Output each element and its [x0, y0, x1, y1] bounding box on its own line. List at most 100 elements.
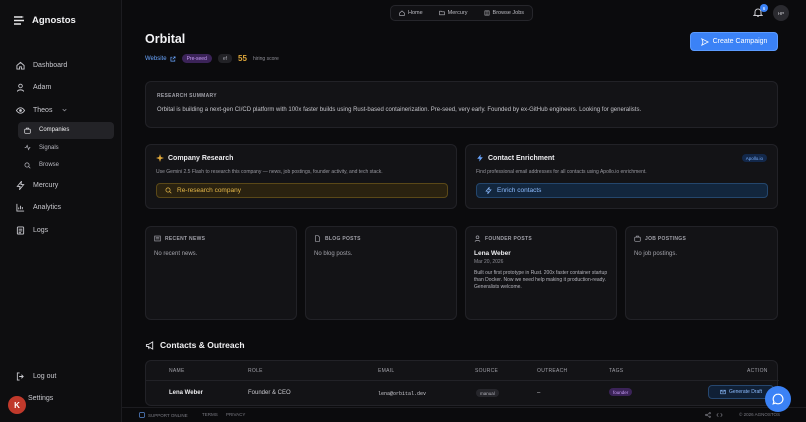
founder-post-date: Mar 20, 2026 [474, 259, 504, 265]
contact-enrichment-card: Contact Enrichment Apollo.io Find profes… [465, 144, 778, 209]
code-icon[interactable] [716, 412, 723, 418]
sidebar-item-theos[interactable]: Theos [10, 99, 114, 122]
sidebar-item-label: Adam [33, 84, 52, 92]
contact-enrichment-header: Contact Enrichment [476, 154, 767, 162]
support-status[interactable]: SUPPORT ONLINE [139, 412, 188, 418]
sidebar-item-label: Logs [33, 226, 49, 234]
settings-label: Settings [28, 395, 54, 403]
col-header-action: ACTION [747, 368, 768, 374]
page-title: Orbital [145, 32, 186, 46]
brand[interactable]: Agnostos [14, 15, 76, 26]
company-meta: Website Pre-seed ef 55 hiring score [145, 54, 279, 63]
chevron-down-icon [62, 109, 68, 112]
sidebar-item-logs[interactable]: Logs [10, 219, 114, 242]
top-nav-browse-jobs[interactable]: Browse Jobs [476, 6, 533, 20]
logout-button[interactable]: Log out [10, 365, 114, 388]
external-link-icon [170, 56, 176, 61]
sidebar-item-mercury[interactable]: Mercury [10, 174, 114, 197]
contact-outreach: – [537, 390, 541, 396]
search-icon [24, 162, 31, 169]
share-icon[interactable] [705, 412, 711, 418]
founder-posts-header: FOUNDER POSTS [474, 235, 608, 242]
topbar: Home Mercury Browse Jobs 6 HP [122, 0, 806, 26]
contact-enrichment-desc: Find professional email addresses for al… [476, 169, 647, 175]
research-summary-card: RESEARCH SUMMARY Orbital is building a n… [145, 81, 778, 128]
notification-count: 6 [760, 4, 768, 12]
blog-posts-empty: No blog posts. [314, 251, 353, 257]
book-icon [484, 10, 489, 16]
user-icon [16, 83, 25, 93]
terms-link[interactable]: TERMS [202, 412, 218, 417]
support-icon [139, 412, 145, 418]
briefcase-icon [24, 127, 31, 134]
contact-name[interactable]: Lena Weber [169, 390, 203, 396]
job-postings-header: JOB POSTINGS [634, 235, 769, 242]
footer: SUPPORT ONLINE TERMS PRIVACY © 2026 AGNO… [122, 407, 806, 422]
founder-posts-card: FOUNDER POSTS Lena Weber Mar 20, 2026 Bu… [465, 226, 617, 320]
col-header-name: NAME [169, 368, 185, 374]
user-badge[interactable]: K [8, 396, 26, 414]
chat-icon [772, 393, 784, 405]
briefcase-icon [634, 235, 641, 242]
apollo-badge: Apollo.io [741, 154, 767, 162]
sidebar-item-label: Theos [33, 106, 53, 114]
sidebar-nav: Dashboard Adam Theos Companies Signals B… [10, 54, 114, 242]
sidebar-item-companies[interactable]: Companies [18, 121, 114, 139]
search-icon [165, 187, 172, 194]
sidebar-item-dashboard[interactable]: Dashboard [10, 54, 114, 77]
col-header-email: EMAIL [378, 368, 395, 374]
contacts-table: NAME ROLE EMAIL SOURCE OUTREACH TAGS ACT… [145, 360, 779, 406]
stage-badge: Pre-seed [181, 54, 212, 63]
create-campaign-button[interactable]: Create Campaign [690, 32, 778, 51]
enrich-contacts-label: Enrich contacts [497, 187, 542, 194]
avatar[interactable]: HP [773, 5, 789, 21]
hiring-score-label: hiring score [252, 55, 279, 62]
blog-posts-header: BLOG POSTS [314, 235, 448, 242]
user-icon [474, 235, 481, 242]
sidebar-item-signals[interactable]: Signals [18, 139, 114, 157]
sidebar-item-label: Analytics [33, 204, 62, 212]
blog-posts-card: BLOG POSTS No blog posts. [305, 226, 457, 320]
recent-news-caption: RECENT NEWS [165, 235, 206, 242]
megaphone-icon [145, 340, 154, 350]
re-research-button[interactable]: Re-research company [156, 183, 448, 198]
sidebar-item-analytics[interactable]: Analytics [10, 197, 114, 220]
founder-post-text: Built our first prototype in Rust. 200x … [474, 270, 608, 290]
founder-posts-caption: FOUNDER POSTS [485, 235, 532, 242]
contact-role: Founder & CEO [248, 390, 291, 396]
log-icon [16, 226, 25, 235]
contact-enrichment-title: Contact Enrichment [488, 154, 555, 162]
newspaper-icon [154, 235, 161, 242]
company-research-header: Company Research [156, 154, 446, 162]
contact-email[interactable]: lena@orbital.dev [378, 391, 426, 397]
source-badge: manual [476, 389, 499, 397]
bolt-icon [485, 187, 492, 194]
company-research-card: Company Research Use Gemini 2.5 Flash to… [145, 144, 457, 209]
privacy-link[interactable]: PRIVACY [226, 412, 245, 417]
col-header-role: ROLE [248, 368, 263, 374]
founder-post-author: Lena Weber [474, 250, 511, 257]
bolt-icon [477, 154, 483, 162]
sidebar-item-adam[interactable]: Adam [10, 77, 114, 100]
sidebar-item-browse[interactable]: Browse [18, 157, 114, 175]
sidebar-item-label: Signals [39, 144, 59, 151]
sparkle-icon [156, 154, 164, 162]
tag-badge: founder [609, 388, 633, 396]
chat-button[interactable] [765, 386, 791, 412]
home-icon [399, 10, 405, 16]
website-link[interactable]: Website [145, 56, 176, 62]
sidebar-item-label: Mercury [33, 181, 59, 189]
mail-icon [720, 389, 726, 395]
enrich-contacts-button[interactable]: Enrich contacts [476, 183, 768, 198]
hiring-score: 55 [238, 54, 247, 63]
top-nav-home[interactable]: Home [391, 6, 431, 20]
col-header-source: SOURCE [475, 368, 499, 374]
sidebar-item-label: Companies [39, 127, 70, 134]
job-postings-card: JOB POSTINGS No job postings. [625, 226, 778, 320]
job-postings-caption: JOB POSTINGS [645, 235, 687, 242]
settings-button[interactable]: Settings [28, 388, 114, 411]
col-header-tags: TAGS [609, 368, 624, 374]
top-nav-mercury[interactable]: Mercury [431, 6, 476, 20]
job-postings-empty: No job postings. [634, 251, 678, 257]
sidebar-item-label: Dashboard [33, 61, 68, 69]
